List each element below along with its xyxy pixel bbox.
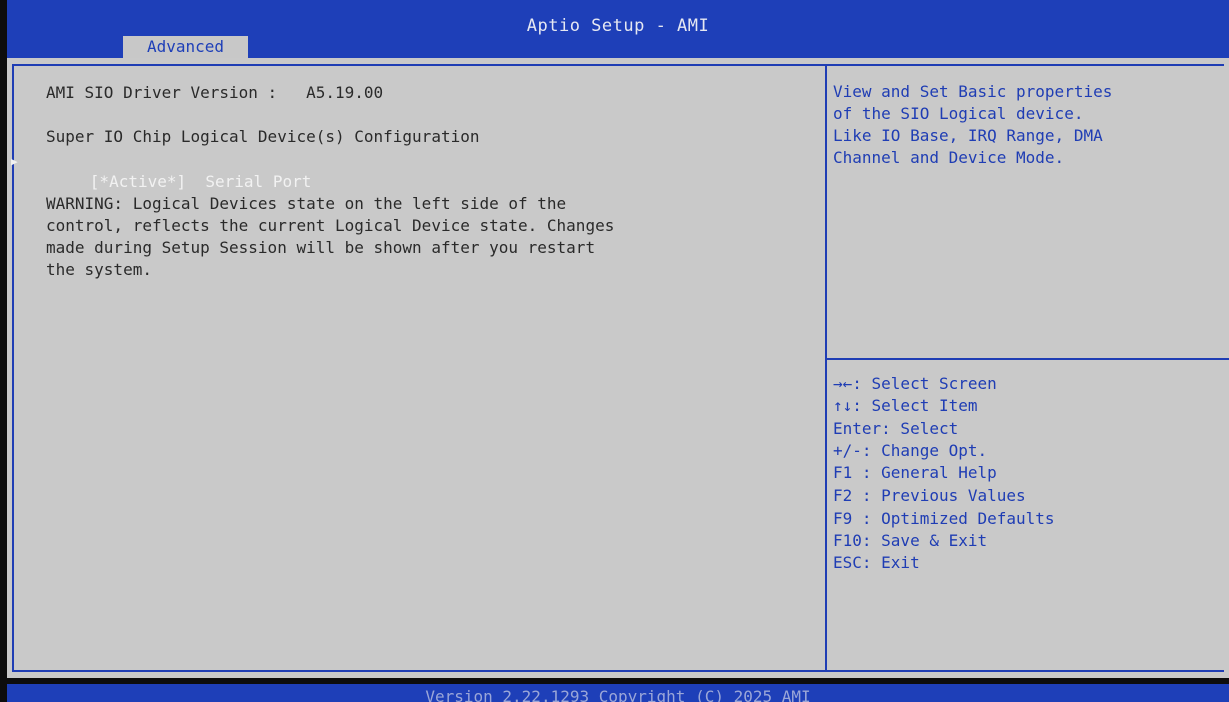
help-text-line: Channel and Device Mode.: [833, 148, 1065, 167]
title-bar: Aptio Setup - AMI Advanced: [7, 0, 1229, 58]
help-text-line: of the SIO Logical device.: [833, 104, 1084, 123]
help-text-line: Like IO Base, IRQ Range, DMA: [833, 126, 1103, 145]
footer-bar: Version 2.22.1293 Copyright (C) 2025 AMI: [7, 684, 1229, 702]
help-text-line: View and Set Basic properties: [833, 82, 1113, 101]
key-change-opt: +/-: Change Opt.: [833, 441, 988, 460]
key-enter-select: Enter: Select: [833, 419, 959, 438]
key-general-help: F1 : General Help: [833, 463, 997, 482]
warning-line: control, reflects the current Logical De…: [46, 216, 615, 235]
app-title: Aptio Setup - AMI: [526, 16, 710, 36]
main-panel: AMI SIO Driver Version : A5.19.00 Super …: [7, 58, 1229, 678]
device-status: [*Active*]: [89, 172, 187, 191]
key-select-item: ↑↓: Select Item: [833, 396, 978, 415]
help-divider: [827, 358, 1229, 360]
key-exit: ESC: Exit: [833, 553, 920, 572]
triangle-right-icon: ▶: [11, 155, 18, 168]
driver-version-text: AMI SIO Driver Version : A5.19.00: [46, 83, 384, 102]
warning-line: made during Setup Session will be shown …: [46, 238, 596, 257]
key-save-exit: F10: Save & Exit: [833, 531, 988, 550]
warning-line: the system.: [46, 260, 152, 279]
key-optimized-defaults: F9 : Optimized Defaults: [833, 509, 1055, 528]
config-title: Super IO Chip Logical Device(s) Configur…: [46, 127, 480, 146]
tab-advanced[interactable]: Advanced: [123, 36, 248, 58]
key-select-screen: →←: Select Screen: [833, 374, 997, 393]
key-previous-values: F2 : Previous Values: [833, 486, 1026, 505]
vertical-divider: [825, 64, 827, 672]
version-text: Version 2.22.1293 Copyright (C) 2025 AMI: [425, 687, 811, 702]
warning-line: WARNING: Logical Devices state on the le…: [46, 194, 567, 213]
device-label: Serial Port: [205, 172, 312, 191]
bios-screen: Aptio Setup - AMI Advanced AMI SIO Drive…: [0, 0, 1229, 702]
